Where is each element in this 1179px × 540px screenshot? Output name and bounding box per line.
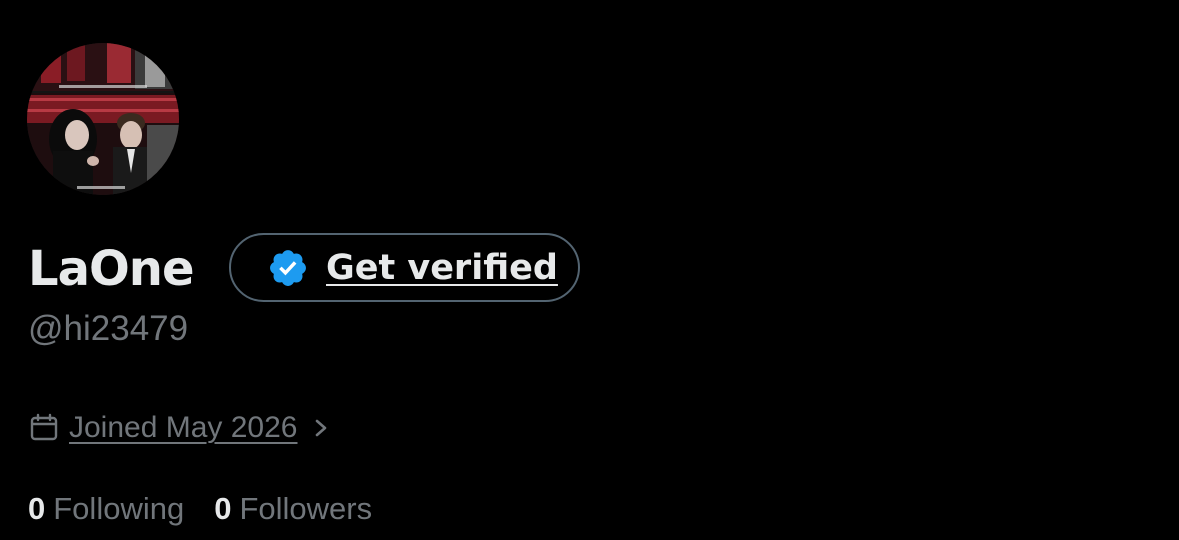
following-label: Following (53, 491, 185, 526)
follow-stats: 0 Following 0 Followers (28, 491, 402, 527)
verified-badge-icon (267, 247, 309, 289)
avatar-image (27, 43, 179, 195)
get-verified-button[interactable]: Get verified (229, 233, 580, 302)
calendar-icon (29, 413, 59, 443)
followers-stat[interactable]: 0 Followers (214, 491, 372, 527)
following-stat[interactable]: 0 Following (28, 491, 184, 527)
display-name: LaOne (28, 241, 195, 297)
chevron-right-icon (310, 413, 332, 443)
followers-label: Followers (239, 491, 373, 526)
profile-name-row: LaOne (28, 233, 195, 305)
avatar[interactable] (27, 43, 179, 195)
get-verified-label: Get verified (326, 247, 558, 288)
following-count: 0 (28, 491, 46, 526)
profile-handle: @hi23479 (28, 309, 189, 348)
followers-count: 0 (214, 491, 232, 526)
joined-date-link[interactable]: Joined May 2026 (29, 408, 332, 448)
joined-date-label: Joined May 2026 (69, 411, 298, 444)
